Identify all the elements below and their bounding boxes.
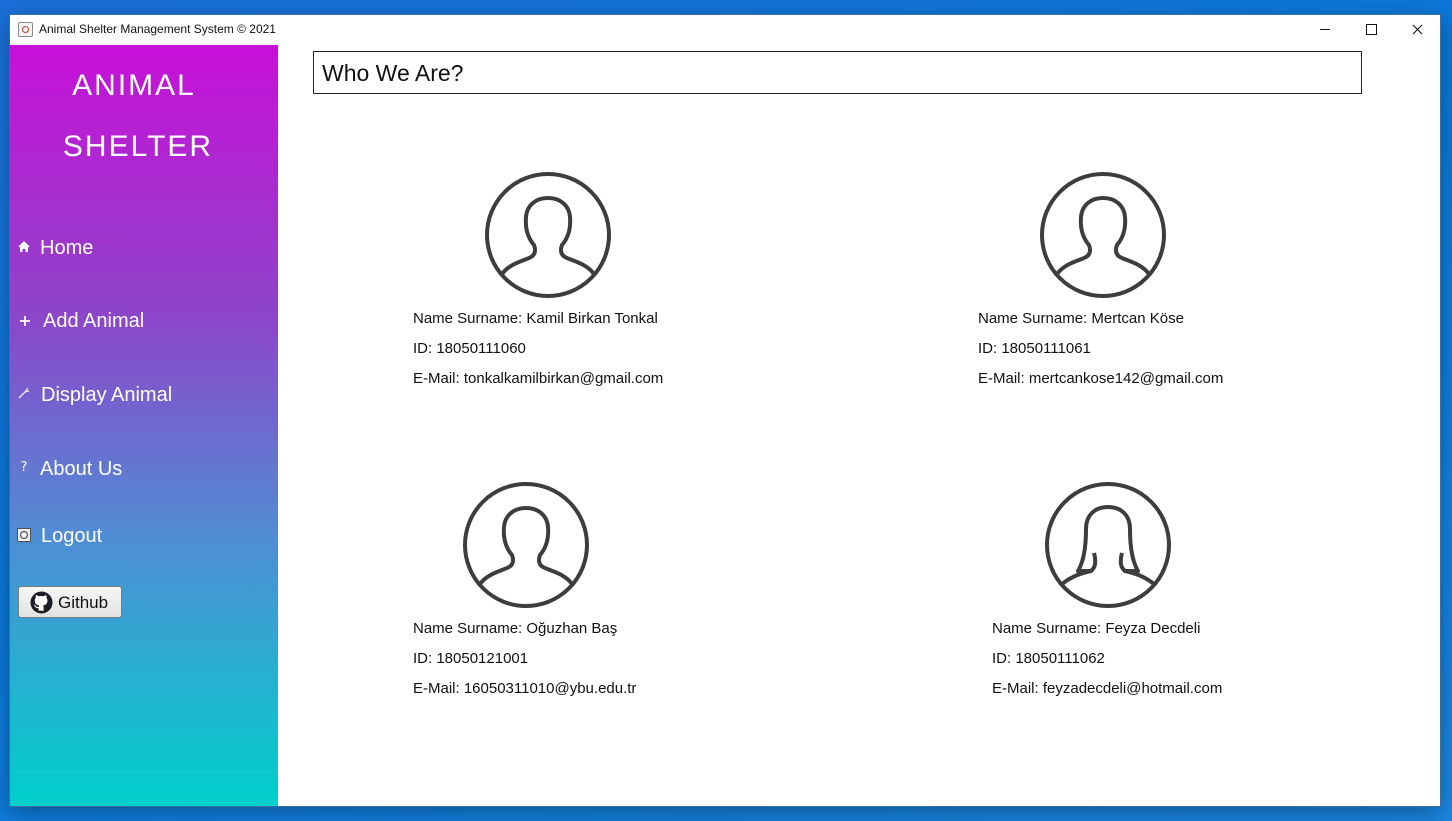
page-heading-field: Who We Are? bbox=[313, 51, 1362, 94]
question-icon: ? bbox=[20, 460, 28, 475]
wrench-icon bbox=[17, 386, 31, 400]
member-name: Name Surname: Feyza Decdeli bbox=[992, 620, 1201, 637]
logout-icon bbox=[17, 528, 31, 542]
member-name: Name Surname: Mertcan Köse bbox=[978, 310, 1184, 327]
minimize-button[interactable] bbox=[1302, 15, 1348, 45]
title-bar[interactable]: Animal Shelter Management System © 2021 bbox=[10, 15, 1440, 45]
member-id: ID: 18050111062 bbox=[992, 650, 1105, 667]
close-button[interactable] bbox=[1394, 15, 1440, 45]
member-name: Name Surname: Oğuzhan Baş bbox=[413, 620, 618, 637]
member-email: E-Mail: 16050311010@ybu.edu.tr bbox=[413, 680, 637, 697]
male-avatar-icon bbox=[462, 481, 590, 609]
male-avatar-icon bbox=[484, 171, 612, 299]
page-title: Who We Are? bbox=[322, 60, 464, 86]
brand-title-line1: ANIMAL bbox=[72, 69, 196, 102]
member-email: E-Mail: tonkalkamilbirkan@gmail.com bbox=[413, 370, 664, 387]
nav-item-about-us[interactable]: ? About Us bbox=[10, 451, 278, 491]
window-title: Animal Shelter Management System © 2021 bbox=[39, 22, 276, 36]
home-icon bbox=[17, 240, 31, 254]
java-app-icon bbox=[18, 22, 33, 37]
nav-item-display-animal[interactable]: Display Animal bbox=[10, 377, 278, 417]
sidebar: ANIMAL SHELTER Home Add Animal Display A… bbox=[10, 45, 278, 806]
female-avatar-icon bbox=[1044, 481, 1172, 609]
maximize-button[interactable] bbox=[1348, 15, 1394, 45]
nav-item-home-label: Home bbox=[40, 237, 94, 259]
member-id: ID: 18050121001 bbox=[413, 650, 529, 667]
plus-icon bbox=[18, 314, 32, 328]
github-button[interactable]: Github bbox=[18, 586, 122, 618]
app-window: Animal Shelter Management System © 2021 … bbox=[10, 15, 1440, 806]
nav-item-add-animal[interactable]: Add Animal bbox=[10, 303, 278, 343]
nav-item-logout-label: Logout bbox=[41, 525, 103, 547]
nav-item-about-us-label: About Us bbox=[40, 458, 123, 480]
member-name: Name Surname: Kamil Birkan Tonkal bbox=[413, 310, 658, 327]
member-id: ID: 18050111061 bbox=[978, 340, 1091, 357]
github-button-label: Github bbox=[58, 593, 109, 612]
member-email: E-Mail: mertcankose142@gmail.com bbox=[978, 370, 1224, 387]
nav-item-home[interactable]: Home bbox=[10, 230, 278, 270]
nav-item-add-animal-label: Add Animal bbox=[43, 310, 145, 332]
male-avatar-icon bbox=[1039, 171, 1167, 299]
brand-title-line2: SHELTER bbox=[62, 130, 214, 163]
nav-item-logout[interactable]: Logout bbox=[10, 518, 278, 558]
member-email: E-Mail: feyzadecdeli@hotmail.com bbox=[992, 680, 1223, 697]
member-id: ID: 18050111060 bbox=[413, 340, 526, 357]
github-icon bbox=[30, 591, 53, 614]
nav-item-display-animal-label: Display Animal bbox=[41, 384, 173, 406]
